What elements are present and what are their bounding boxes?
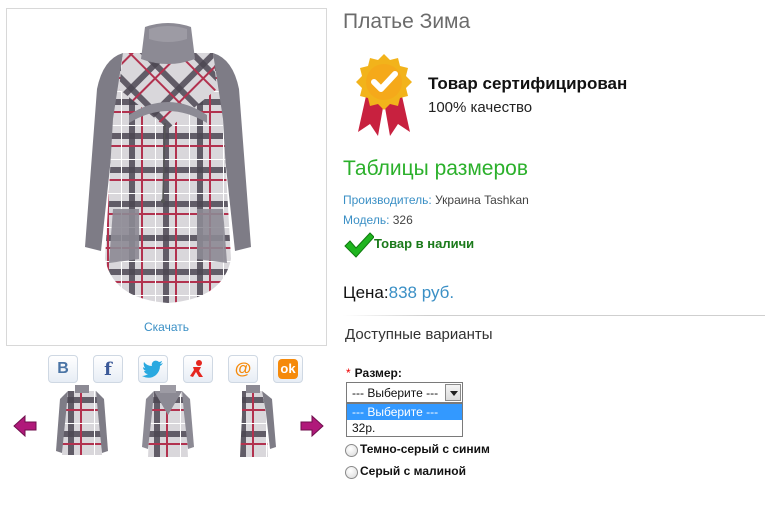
color-variant-label[interactable]: Серый с малиной — [360, 464, 466, 478]
odnoklassniki-share-button[interactable]: ok — [273, 355, 303, 383]
facebook-share-button[interactable]: f — [93, 355, 123, 383]
in-stock-check-icon — [344, 232, 374, 258]
size-option[interactable]: 32р. — [347, 420, 462, 436]
size-select[interactable]: --- Выберите --- — [346, 382, 463, 403]
stock-label: Товар в наличи — [374, 236, 475, 251]
moimir-icon — [190, 360, 203, 377]
thumbnail-back[interactable] — [142, 385, 194, 461]
product-title: Платье Зима — [343, 10, 471, 33]
size-label-text: Размер: — [354, 366, 402, 380]
color-variant-radio[interactable] — [345, 466, 358, 479]
prev-arrow-icon[interactable] — [12, 413, 38, 439]
moimir-share-button[interactable] — [183, 355, 213, 383]
size-options-list: --- Выберите --- 32р. — [346, 403, 463, 437]
next-arrow-icon[interactable] — [299, 413, 325, 439]
thumbnail-side[interactable] — [228, 385, 280, 461]
product-main-image[interactable] — [83, 19, 253, 311]
certificate-subtitle: 100% качество — [428, 99, 533, 116]
twitter-bird-icon — [142, 360, 163, 378]
mail-share-button[interactable]: @ — [228, 355, 258, 383]
manufacturer-key[interactable]: Производитель: — [343, 193, 432, 207]
price: Цена:838 руб. — [343, 283, 454, 303]
variants-heading: Доступные варианты — [345, 326, 493, 343]
size-table-link[interactable]: Таблицы размеров — [343, 157, 528, 181]
certified-badge-icon — [356, 54, 412, 136]
download-link[interactable]: Скачать — [7, 320, 326, 334]
model-key: Модель: — [343, 213, 390, 227]
manufacturer-value: Украина Tashkan — [431, 193, 529, 207]
manufacturer-line: Производитель: Украина Tashkan — [343, 193, 529, 207]
certificate-title: Товар сертифицирован — [428, 74, 628, 93]
color-variant-radio[interactable] — [345, 444, 358, 457]
product-image-panel: Скачать — [6, 8, 327, 346]
vk-share-button[interactable]: B — [48, 355, 78, 383]
facebook-icon: f — [104, 358, 112, 380]
twitter-share-button[interactable] — [138, 355, 168, 383]
size-select-value: --- Выберите --- — [352, 386, 439, 400]
price-key: Цена: — [343, 283, 389, 302]
odnoklassniki-icon: ok — [278, 359, 298, 379]
required-mark: * — [346, 366, 351, 380]
vk-icon: B — [57, 360, 69, 377]
price-value: 838 руб. — [388, 283, 455, 302]
size-option[interactable]: --- Выберите --- — [347, 404, 462, 420]
mail-at-icon: @ — [234, 359, 252, 378]
section-divider — [343, 315, 765, 316]
thumbnail-front[interactable] — [56, 385, 108, 461]
model-value: 326 — [389, 213, 413, 227]
model-line: Модель: 326 — [343, 213, 413, 227]
size-label: * Размер: — [346, 366, 402, 380]
chevron-down-icon[interactable] — [445, 384, 461, 401]
color-variant-label[interactable]: Темно-серый с синим — [360, 442, 490, 456]
